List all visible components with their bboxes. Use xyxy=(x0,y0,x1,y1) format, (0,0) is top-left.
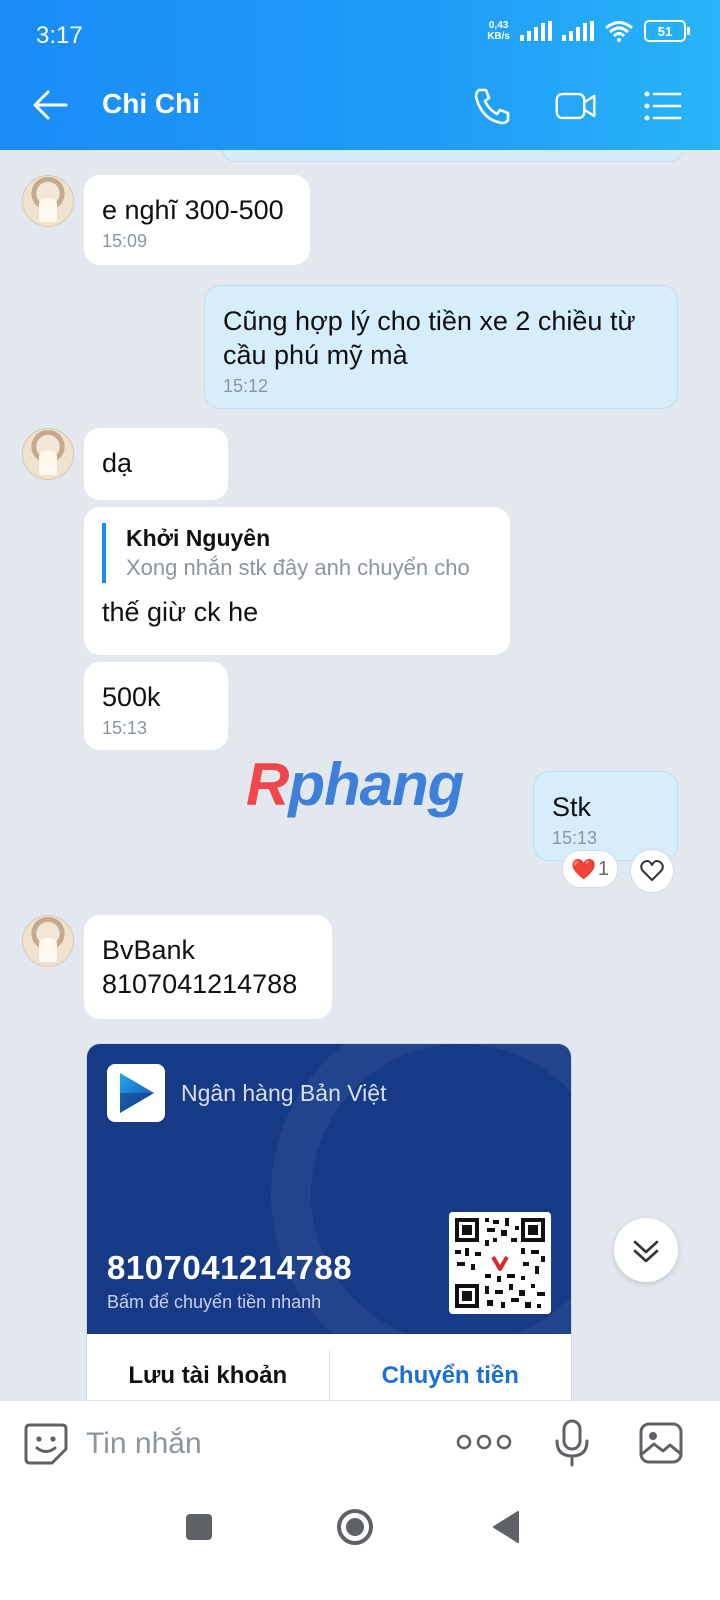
wifi-icon xyxy=(605,21,633,42)
message-text: 500k xyxy=(102,682,161,712)
phone-icon[interactable] xyxy=(470,84,514,128)
watermark-text: phang xyxy=(288,751,464,818)
bank-card-header[interactable]: Ngân hàng Bản Việt 8107041214788 Bấm để … xyxy=(87,1044,571,1334)
signal-1-icon xyxy=(520,21,552,41)
microphone-icon[interactable] xyxy=(552,1419,592,1467)
message-text-line: BvBank xyxy=(102,935,196,965)
message-bubble[interactable]: e nghĩ 300-500 15:09 xyxy=(84,175,310,265)
message-list[interactable]: e nghĩ 300-500 15:09 Cũng hợp lý cho tiề… xyxy=(0,150,720,1400)
system-navigation-bar xyxy=(0,1484,720,1600)
message-input[interactable] xyxy=(84,1421,428,1467)
account-number: 8107041214788 xyxy=(107,1249,353,1286)
reaction-summary[interactable]: ❤️ 1 xyxy=(562,850,618,888)
avatar[interactable] xyxy=(22,915,74,967)
reply-message-bubble[interactable]: Khởi Nguyên Xong nhắn stk đây anh chuyển… xyxy=(84,507,510,655)
system-back-button[interactable] xyxy=(490,1510,522,1544)
bank-play-logo-icon xyxy=(120,1073,154,1113)
react-button[interactable] xyxy=(630,849,674,893)
bank-card-actions: Lưu tài khoản Chuyển tiền xyxy=(87,1334,571,1400)
reaction-count: 1 xyxy=(597,857,610,880)
chevron-double-down-icon xyxy=(633,1240,659,1263)
save-account-button[interactable]: Lưu tài khoản xyxy=(87,1350,330,1400)
message-bubble[interactable]: 500k 15:13 xyxy=(84,662,228,750)
message-bubble[interactable]: Stk 15:13 xyxy=(533,771,678,861)
scroll-to-bottom-button[interactable] xyxy=(614,1218,678,1282)
message-text: e nghĩ 300-500 xyxy=(102,195,284,225)
transfer-money-button[interactable]: Chuyển tiền xyxy=(330,1350,572,1400)
message-text: dạ xyxy=(102,448,133,478)
quoted-message[interactable]: Khởi Nguyên Xong nhắn stk đây anh chuyển… xyxy=(102,523,492,583)
quick-transfer-hint: Bấm để chuyển tiền nhanh xyxy=(107,1292,322,1312)
video-call-icon[interactable] xyxy=(554,84,598,128)
quoted-author: Khởi Nguyên xyxy=(126,525,271,551)
message-time: 15:12 xyxy=(223,376,269,396)
status-time: 3:17 xyxy=(36,22,83,49)
avatar[interactable] xyxy=(22,428,74,480)
back-arrow-icon[interactable] xyxy=(30,88,70,122)
previous-message-bubble xyxy=(222,150,684,162)
sticker-icon[interactable] xyxy=(22,1419,70,1467)
heart-reaction-emoji: ❤️ xyxy=(570,858,596,881)
gallery-icon[interactable] xyxy=(638,1421,684,1465)
message-bubble[interactable]: BvBank 8107041214788 xyxy=(84,915,332,1019)
menu-icon[interactable] xyxy=(640,84,684,128)
quoted-text: Xong nhắn stk đây anh chuyển cho xyxy=(126,555,470,580)
message-text: thế giừ ck he xyxy=(102,597,259,627)
battery-icon: 51 xyxy=(644,20,690,42)
signal-2-icon xyxy=(562,21,594,41)
message-bubble[interactable]: dạ xyxy=(84,428,228,500)
message-time: 15:13 xyxy=(102,718,148,738)
net-speed-unit: KB/s xyxy=(487,31,510,42)
bank-name: Ngân hàng Bản Việt xyxy=(181,1080,387,1106)
status-icons: 0,43 KB/s 51 xyxy=(487,20,690,42)
message-text: Stk xyxy=(552,792,592,822)
qr-code-icon[interactable] xyxy=(449,1212,551,1314)
bank-transfer-card[interactable]: Ngân hàng Bản Việt 8107041214788 Bấm để … xyxy=(86,1043,572,1400)
message-text-line: 8107041214788 xyxy=(102,969,298,999)
net-speed-value: 0,43 xyxy=(488,20,509,31)
watermark: Rphang xyxy=(246,750,464,819)
net-speed: 0,43 KB/s xyxy=(487,20,510,42)
chat-header: 3:17 0,43 KB/s 51 Chi Chi xyxy=(0,0,720,150)
watermark-initial: R xyxy=(246,751,289,818)
message-bubble[interactable]: Cũng hợp lý cho tiền xe 2 chiều từ cầu p… xyxy=(204,285,678,409)
contact-name[interactable]: Chi Chi xyxy=(102,88,200,120)
avatar[interactable] xyxy=(22,175,74,227)
message-text: Cũng hợp lý cho tiền xe 2 chiều từ cầu p… xyxy=(223,306,636,370)
recent-apps-button[interactable] xyxy=(186,1514,212,1540)
more-dots-icon[interactable] xyxy=(456,1427,512,1457)
message-time: 15:09 xyxy=(102,231,148,251)
bank-logo xyxy=(107,1064,165,1122)
message-composer xyxy=(0,1400,720,1485)
home-button[interactable] xyxy=(336,1508,374,1546)
message-time: 15:13 xyxy=(552,828,598,848)
heart-icon xyxy=(640,860,664,881)
